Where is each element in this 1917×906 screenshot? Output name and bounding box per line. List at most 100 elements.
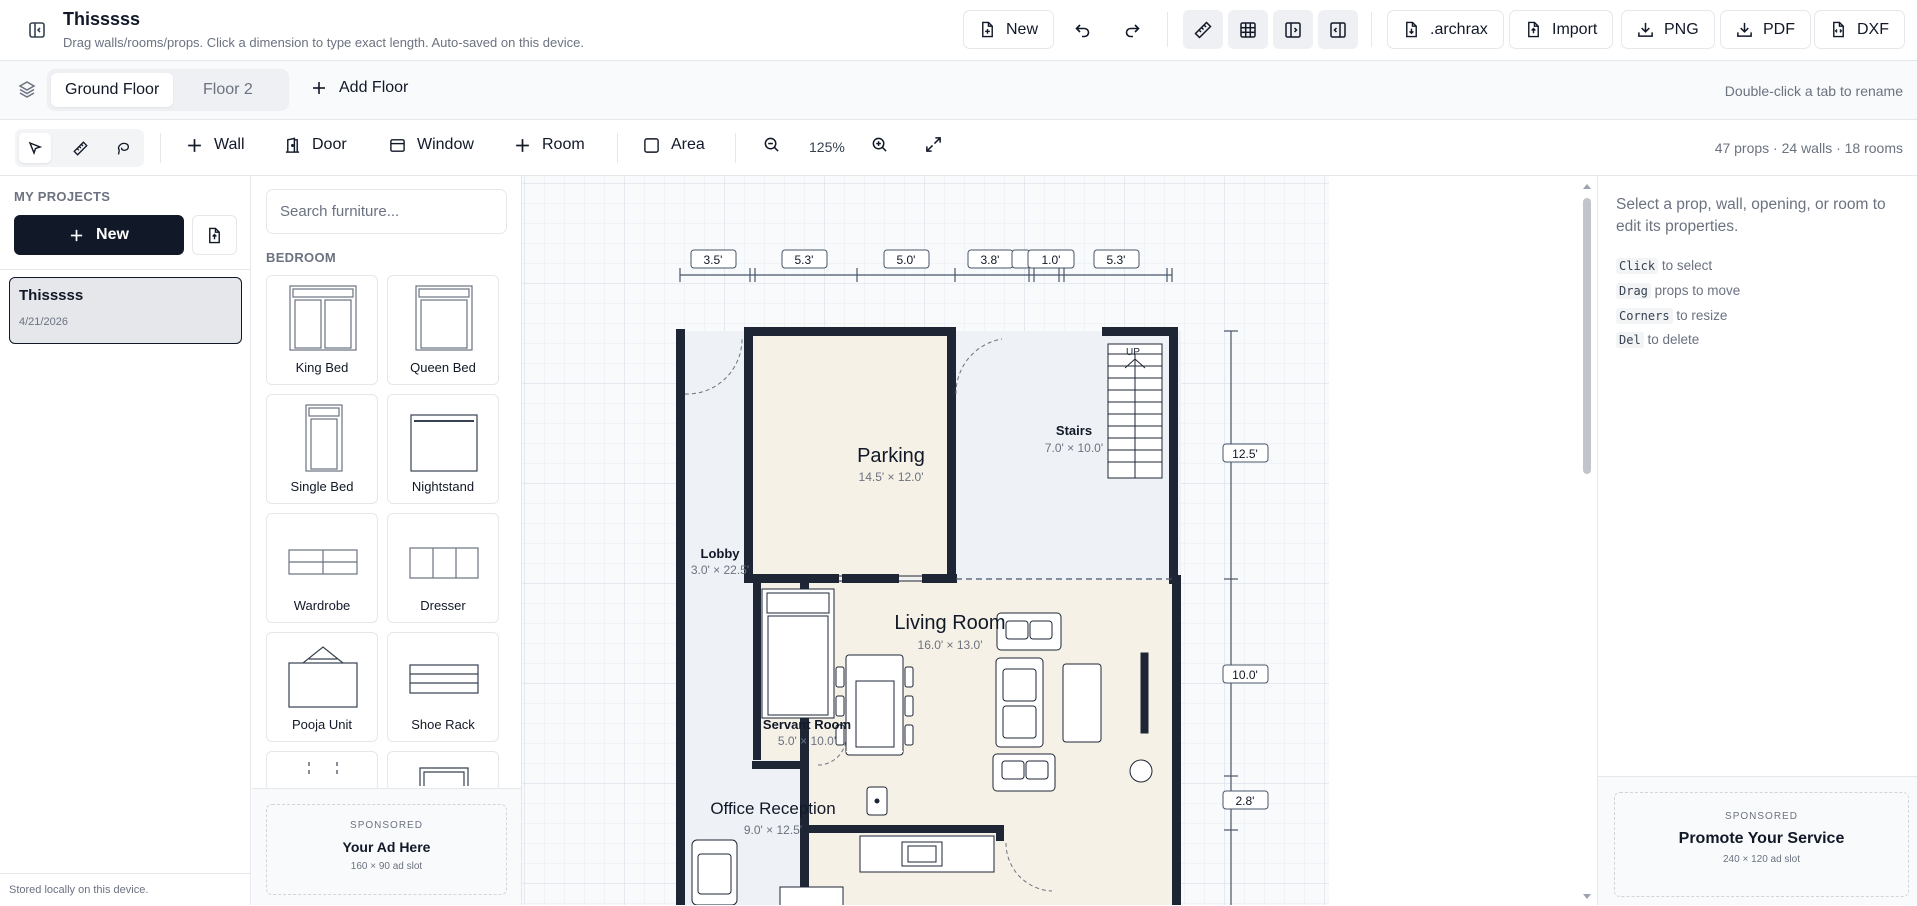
file-upload-icon [1528,21,1539,38]
png-label: PNG [1664,20,1699,38]
redo-button[interactable] [1112,10,1152,49]
desk-prop[interactable] [779,886,844,905]
add-door-button[interactable]: Door [284,136,347,154]
measure-mode-button[interactable] [64,133,96,163]
dimension-label[interactable]: 3.5' [704,253,723,267]
import-button[interactable]: Import [1509,10,1614,49]
room-size: 3.0' × 22.5' [691,563,749,577]
room-name[interactable]: Lobby [701,546,741,561]
room-name[interactable]: Stairs [1056,423,1092,438]
save-archrax-button[interactable]: .archrax [1387,10,1504,49]
furniture-item-single-bed[interactable]: Single Bed [266,394,378,504]
nightstand-icon [410,414,478,472]
room-name[interactable]: Parking [857,445,925,467]
wall[interactable] [996,825,1004,841]
project-card[interactable]: Thisssss 4/21/2026 [9,277,242,344]
pan-mode-button[interactable] [107,133,139,163]
select-mode-button[interactable] [19,133,51,163]
new-plan-button[interactable]: New [963,10,1055,49]
wall[interactable] [947,327,956,583]
room-name[interactable]: Office Reception [710,799,835,818]
furniture-item-king-bed[interactable]: King Bed [266,275,378,385]
add-floor-button[interactable]: Add Floor [311,79,408,97]
wall[interactable] [752,761,804,769]
scroll-down-icon[interactable] [1581,892,1593,902]
dimension-label[interactable]: 5.3' [1107,253,1126,267]
dimension-label[interactable]: 5.3' [795,253,814,267]
wall[interactable] [676,329,685,905]
furniture-item-partial[interactable] [387,751,499,791]
sidebar-toggle-icon[interactable] [24,17,50,43]
dimension-label-box[interactable] [1011,249,1031,269]
furniture-item-nightstand[interactable]: Nightstand [387,394,499,504]
dimension-label[interactable]: 1.0' [1042,253,1061,267]
grid-toggle-button[interactable] [1228,10,1268,49]
add-window-button[interactable]: Window [389,136,474,154]
plus-icon [188,138,201,152]
furniture-item-partial[interactable] [266,751,378,791]
hint-key: Del [1616,332,1644,348]
furniture-item-shoe-rack[interactable]: Shoe Rack [387,632,499,742]
table-top-prop[interactable] [855,680,895,748]
import-project-button[interactable] [192,215,237,255]
sponsored-ad-slot[interactable]: SPONSORED Promote Your Service 240 × 120… [1614,792,1909,897]
canvas-scrollbar[interactable] [1579,176,1597,905]
zoom-in-button[interactable] [871,136,888,153]
right-panel-toggle-button[interactable] [1318,10,1358,49]
project-title[interactable]: Thisssss [63,9,140,30]
floor-plan-canvas[interactable]: 3.5' 5.3' 5.0' 3.8' 1.0' 5.3' 12.5' 10.0… [522,176,1329,905]
scroll-thumb[interactable] [1583,198,1591,474]
plus-icon [70,229,83,241]
tab-ground-floor[interactable]: Ground Floor [51,73,174,107]
wall[interactable] [744,327,956,336]
area-toggle-button[interactable]: Area [643,136,705,154]
export-pdf-button[interactable]: PDF [1720,10,1811,49]
dimension-label[interactable]: 5.0' [897,253,916,267]
storage-note: Stored locally on this device. [0,873,251,906]
left-panel-toggle-button[interactable] [1273,10,1313,49]
dimension-label[interactable]: 3.8' [981,253,1000,267]
expand-icon [926,137,941,152]
room-name[interactable]: Servant Room [763,717,851,732]
room-name[interactable]: Living Room [894,612,1005,634]
furniture-item-wardrobe[interactable]: Wardrobe [266,513,378,623]
undo-button[interactable] [1063,10,1103,49]
dimension-label[interactable]: 2.8' [1236,794,1255,808]
wall[interactable] [1102,327,1178,336]
sponsored-ad-slot[interactable]: SPONSORED Your Ad Here 160 × 90 ad slot [266,804,507,895]
wall[interactable] [753,580,761,760]
wall[interactable] [842,574,870,583]
new-project-button[interactable]: New [14,215,184,255]
tv-unit-prop[interactable] [1140,652,1149,734]
fit-view-button[interactable] [925,136,942,153]
zoom-out-button[interactable] [763,136,780,153]
bed-prop[interactable] [767,615,829,716]
add-room-button[interactable]: Room [514,136,585,154]
dimension-label[interactable]: 12.5' [1232,447,1258,461]
furniture-label: Single Bed [290,479,354,494]
wall[interactable] [870,574,899,583]
room-size: 7.0' × 10.0' [1045,441,1103,455]
add-wall-button[interactable]: Wall [186,136,245,154]
wall[interactable] [1172,575,1181,905]
floor-plan-svg[interactable]: 3.5' 5.3' 5.0' 3.8' 1.0' 5.3' 12.5' 10.0… [522,176,1329,905]
coffee-table-prop[interactable] [1062,663,1102,743]
ruler-icon [1194,20,1212,39]
measure-toggle-button[interactable] [1183,10,1223,49]
stairs[interactable] [1107,343,1163,479]
dimension-label[interactable]: 10.0' [1232,668,1258,682]
wall[interactable] [744,329,753,583]
wall[interactable] [1169,327,1178,584]
furniture-search-input[interactable] [266,189,507,234]
furniture-item-dresser[interactable]: Dresser [387,513,499,623]
scroll-up-icon[interactable] [1581,181,1593,191]
furniture-item-pooja-unit[interactable]: Pooja Unit [266,632,378,742]
tab-floor-2[interactable]: Floor 2 [189,73,267,107]
export-dxf-button[interactable]: DXF [1814,10,1905,49]
pillow-prop[interactable] [766,592,830,614]
export-png-button[interactable]: PNG [1621,10,1715,49]
furniture-item-queen-bed[interactable]: Queen Bed [387,275,499,385]
plant-prop[interactable] [1129,759,1153,783]
wall[interactable] [922,574,957,583]
wall[interactable] [804,825,1004,833]
